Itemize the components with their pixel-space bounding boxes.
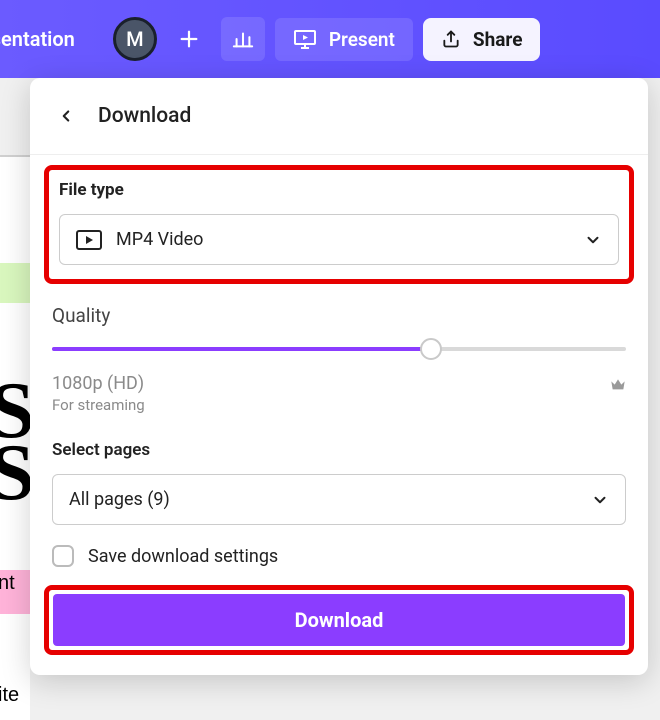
avatar-initial: M <box>126 27 144 51</box>
download-button-label: Download <box>295 608 384 632</box>
save-settings-row: Save download settings <box>30 531 648 575</box>
plus-icon <box>178 28 200 50</box>
back-button[interactable] <box>52 102 80 130</box>
canvas-decoration <box>0 263 30 303</box>
chevron-down-icon <box>591 491 609 509</box>
file-type-value: MP4 Video <box>116 229 203 250</box>
presentation-icon <box>293 28 317 50</box>
canvas-text-fragment: ite <box>0 684 19 707</box>
slider-thumb[interactable] <box>420 338 442 360</box>
present-label: Present <box>329 28 395 51</box>
quality-value: 1080p (HD) <box>52 373 144 394</box>
chevron-down-icon <box>584 231 602 249</box>
slider-fill <box>52 347 431 351</box>
download-button[interactable]: Download <box>53 594 625 646</box>
select-pages-label: Select pages <box>52 440 626 460</box>
panel-header: Download <box>30 78 648 155</box>
save-settings-checkbox[interactable] <box>52 545 74 567</box>
insights-button[interactable] <box>221 17 265 61</box>
select-pages-value: All pages (9) <box>69 489 170 510</box>
canvas-text-fragment: nt <box>0 572 15 595</box>
chevron-left-icon <box>57 107 75 125</box>
download-panel: Download File type MP4 Video Quality 108… <box>30 78 648 675</box>
save-settings-label: Save download settings <box>88 546 278 567</box>
file-type-select[interactable]: MP4 Video <box>59 214 619 265</box>
download-button-highlight: Download <box>44 585 634 655</box>
file-type-label: File type <box>59 180 619 200</box>
share-label: Share <box>473 28 523 51</box>
quality-slider[interactable] <box>30 337 648 361</box>
quality-value-row: 1080p (HD) <box>30 361 648 396</box>
select-pages-select[interactable]: All pages (9) <box>52 474 626 525</box>
design-title[interactable]: esentation <box>0 27 75 51</box>
panel-title: Download <box>98 104 191 128</box>
bar-chart-icon <box>232 28 254 50</box>
quality-label: Quality <box>30 298 648 337</box>
share-button[interactable]: Share <box>423 18 541 61</box>
quality-sublabel: For streaming <box>30 396 648 430</box>
present-button[interactable]: Present <box>275 18 413 61</box>
upload-icon <box>441 29 461 49</box>
add-collaborator-button[interactable] <box>167 17 211 61</box>
topbar: esentation M Present Share <box>0 0 660 78</box>
crown-icon <box>610 377 626 391</box>
file-type-highlight: File type MP4 Video <box>44 165 634 284</box>
video-icon <box>76 230 102 250</box>
avatar[interactable]: M <box>113 17 157 61</box>
